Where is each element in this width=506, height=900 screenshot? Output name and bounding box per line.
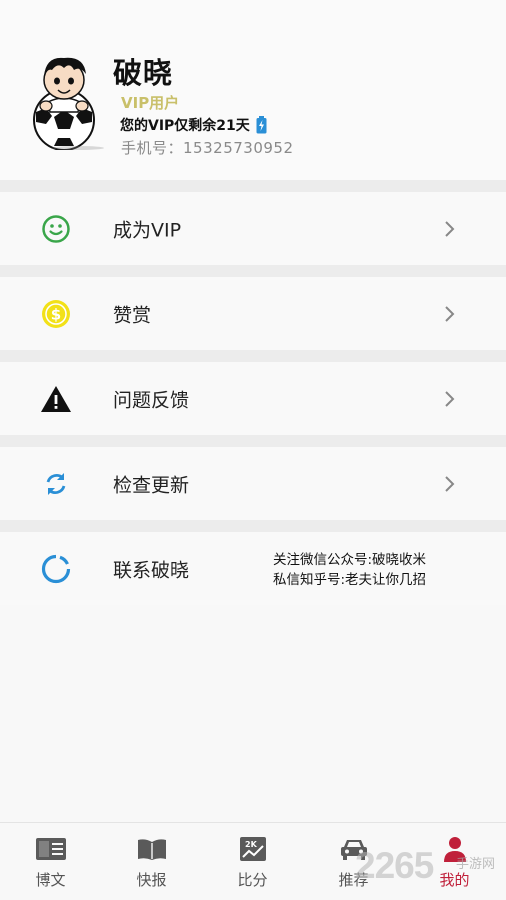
section-divider xyxy=(0,180,506,192)
svg-text:$: $ xyxy=(51,305,61,323)
section-divider xyxy=(0,265,506,277)
chevron-right-icon xyxy=(441,304,457,324)
refresh-icon xyxy=(40,468,72,500)
tab-label: 推荐 xyxy=(338,871,369,889)
tab-news-flash[interactable]: 快报 xyxy=(101,823,202,900)
tab-recommend[interactable]: 推荐 xyxy=(303,823,404,900)
phone-label: 手机号： xyxy=(121,139,184,157)
section-divider xyxy=(0,350,506,362)
menu-item-feedback[interactable]: 问题反馈 xyxy=(0,362,506,435)
vip-remaining-label: 您的VIP仅剩余21天 xyxy=(120,118,250,134)
battery-charging-icon xyxy=(256,116,267,134)
menu-item-check-update[interactable]: 检查更新 xyxy=(0,447,506,520)
dollar-coin-icon: $ xyxy=(40,298,72,330)
tab-label: 博文 xyxy=(35,871,66,889)
bottom-tab-bar: 博文 快报 2K 比分 推荐 我的 xyxy=(0,822,506,900)
article-icon xyxy=(34,835,68,863)
chevron-right-icon xyxy=(441,219,457,239)
menu-item-label: 赞赏 xyxy=(113,304,152,326)
chevron-right-icon xyxy=(441,389,457,409)
profile-header: 破晓 VIP用户 您的VIP仅剩余21天 手机号：15325730952 xyxy=(0,0,506,180)
ring-icon xyxy=(40,553,72,585)
warning-icon xyxy=(40,383,72,415)
contact-wechat: 关注微信公众号:破晓收米 xyxy=(273,552,427,568)
menu-item-label: 联系破晓 xyxy=(113,559,190,581)
contact-info: 关注微信公众号:破晓收米 私信知乎号:老夫让你几招 xyxy=(273,550,426,590)
menu-item-label: 问题反馈 xyxy=(113,389,190,411)
vip-badge: VIP用户 xyxy=(121,94,180,112)
phone-line: 手机号：15325730952 xyxy=(121,137,294,158)
tab-label: 比分 xyxy=(237,871,268,889)
phone-number: 15325730952 xyxy=(183,139,294,157)
tab-label: 快报 xyxy=(136,871,167,889)
menu-item-label: 检查更新 xyxy=(113,474,190,496)
vip-remaining-text: 您的VIP仅剩余21天 xyxy=(120,115,267,135)
svg-text:2K: 2K xyxy=(245,840,258,849)
smiley-icon xyxy=(40,213,72,245)
section-divider xyxy=(0,435,506,447)
tab-label: 我的 xyxy=(439,871,470,889)
book-icon xyxy=(135,835,169,863)
user-icon xyxy=(438,835,472,863)
tab-articles[interactable]: 博文 xyxy=(0,823,101,900)
tab-scores[interactable]: 2K 比分 xyxy=(202,823,303,900)
menu-item-become-vip[interactable]: 成为VIP xyxy=(0,192,506,265)
section-divider xyxy=(0,520,506,532)
contact-zhihu: 私信知乎号:老夫让你几招 xyxy=(273,572,427,588)
menu-item-label: 成为VIP xyxy=(113,219,182,241)
chevron-right-icon xyxy=(441,474,457,494)
profile-name: 破晓 xyxy=(113,56,174,90)
scoreboard-icon: 2K xyxy=(236,835,270,863)
avatar[interactable] xyxy=(18,50,108,151)
menu-item-contact[interactable]: 联系破晓 关注微信公众号:破晓收米 私信知乎号:老夫让你几招 xyxy=(0,532,506,605)
menu-item-reward[interactable]: $ 赞赏 xyxy=(0,277,506,350)
tab-mine[interactable]: 我的 xyxy=(404,823,505,900)
car-icon xyxy=(337,835,371,863)
